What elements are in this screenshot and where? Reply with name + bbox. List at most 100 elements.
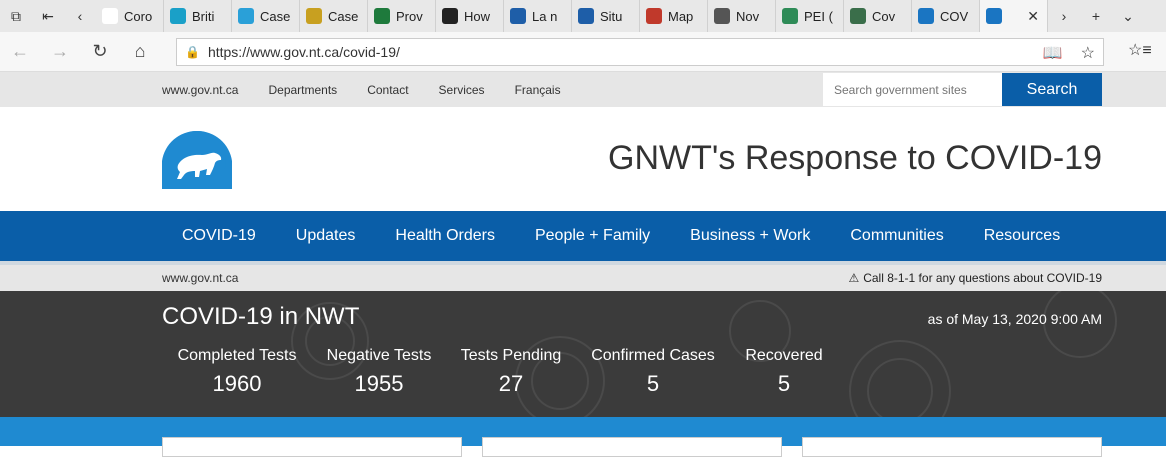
browser-tab-strip: ⧉ ⇤ ‹ Coro Briti Case Case Prov How La n Situ Ma… [0,0,1166,32]
tab-label: Prov [396,8,423,24]
tab-favicon-icon [850,8,866,24]
nav-item-updates[interactable]: Updates [296,227,356,245]
utility-link-francais[interactable]: Français [515,83,561,97]
browser-tab[interactable]: COV [912,0,980,32]
reading-view-icon[interactable]: 📖 [1043,43,1063,63]
address-bar[interactable]: 🔒 https://www.gov.nt.ca/covid-19/ 📖 ☆ [176,38,1104,66]
browser-toolbar: ← → ↻ ⌂ 🔒 https://www.gov.nt.ca/covid-19… [0,32,1166,72]
tab-label: Briti [192,8,215,24]
main-navigation: COVID-19 Updates Health Orders People + … [0,211,1166,261]
nav-item-health-orders[interactable]: Health Orders [395,227,495,245]
browser-tab[interactable]: Prov [368,0,436,32]
info-card[interactable] [162,437,462,457]
browser-tab[interactable]: Coro [96,0,164,32]
nav-item-resources[interactable]: Resources [984,227,1060,245]
forward-icon[interactable]: → [40,32,80,72]
info-card[interactable] [482,437,782,457]
tab-label: How [464,8,491,24]
stat-completed-tests: Completed Tests 1960 [177,347,297,397]
warning-icon: ⚠ [848,271,860,285]
tab-list-chevron-icon[interactable]: ⌄ [1112,0,1144,32]
tab-label: Cov [872,8,896,24]
tab-label: Map [668,8,694,24]
browser-tab[interactable]: PEI ( [776,0,844,32]
browser-tab[interactable]: Case [300,0,368,32]
tab-favicon-icon [102,8,118,24]
browser-tab[interactable]: Briti [164,0,232,32]
stat-label: Tests Pending [460,347,562,364]
search-input[interactable] [823,73,1003,106]
utility-link-home[interactable]: www.gov.nt.ca [162,83,238,97]
tab-favicon-icon [714,8,730,24]
tab-favicon-icon [578,8,594,24]
tab-favicon-icon [442,8,458,24]
stat-value: 1960 [212,371,262,396]
stat-tests-pending: Tests Pending 27 [460,347,562,397]
stats-title: COVID-19 in NWT [162,303,360,330]
tab-favicon-icon [374,8,390,24]
lock-icon: 🔒 [185,45,200,59]
tab-favicon-icon [986,8,1002,24]
stat-value: 27 [498,371,524,396]
content-band [0,417,1166,457]
browser-tab[interactable]: How [436,0,504,32]
search-button[interactable]: Search [1002,73,1102,106]
stat-value: 1955 [354,371,404,396]
nav-item-communities[interactable]: Communities [850,227,943,245]
tab-label: Case [328,8,359,24]
utility-bar: www.gov.nt.ca Departments Contact Servic… [0,72,1166,107]
info-card[interactable] [802,437,1102,457]
url-text: https://www.gov.nt.ca/covid-19/ [207,44,400,60]
browser-tab[interactable]: Map [640,0,708,32]
stat-label: Negative Tests [326,347,432,364]
tab-favicon-icon [510,8,526,24]
tab-favicon-icon [646,8,662,24]
utility-link-services[interactable]: Services [439,83,485,97]
scroll-tabs-left-icon[interactable]: ‹ [64,0,96,32]
tab-favicon-icon [238,8,254,24]
active-browser-tab[interactable]: ✕ [980,0,1048,32]
set-tabs-aside-icon[interactable]: ⇤ [32,0,64,32]
scroll-tabs-right-icon[interactable]: › [1048,0,1080,32]
home-icon[interactable]: ⌂ [120,32,160,72]
stat-label: Confirmed Cases [591,347,715,364]
stat-recovered: Recovered 5 [745,347,823,397]
browser-tab[interactable]: Nov [708,0,776,32]
stat-label: Recovered [745,347,823,364]
back-icon[interactable]: ← [0,32,40,72]
covid-stats-panel: COVID-19 in NWT as of May 13, 2020 9:00 … [0,291,1166,417]
browser-tab[interactable]: Cov [844,0,912,32]
refresh-icon[interactable]: ↻ [80,32,120,72]
alert-notice: ⚠ Call 8-1-1 for any questions about COV… [848,271,1102,285]
tab-label: Coro [124,8,153,24]
tab-favicon-icon [918,8,934,24]
close-tab-icon[interactable]: ✕ [1027,8,1039,25]
browser-tab[interactable]: Situ [572,0,640,32]
nav-item-covid-19[interactable]: COVID-19 [182,227,256,245]
new-tab-icon[interactable]: + [1080,0,1112,32]
favorites-hub-icon[interactable]: ☆≡ [1128,40,1152,60]
tab-actions-icon[interactable]: ⧉ [0,0,32,32]
stat-value: 5 [777,371,791,396]
tab-favicon-icon [782,8,798,24]
browser-tab[interactable]: La n [504,0,572,32]
breadcrumb-bar: www.gov.nt.ca ⚠ Call 8-1-1 for any quest… [0,261,1166,291]
utility-link-departments[interactable]: Departments [268,83,337,97]
tab-label: Nov [736,8,760,24]
stat-label: Completed Tests [177,347,297,364]
breadcrumb[interactable]: www.gov.nt.ca [162,271,238,285]
stat-confirmed-cases: Confirmed Cases 5 [591,347,715,397]
alert-text: Call 8-1-1 for any questions about COVID… [863,271,1102,285]
favorite-star-icon[interactable]: ☆ [1081,43,1095,63]
tab-label: Situ [600,8,623,24]
stats-timestamp: as of May 13, 2020 9:00 AM [927,311,1102,327]
nav-item-business-work[interactable]: Business + Work [690,227,810,245]
utility-link-contact[interactable]: Contact [367,83,408,97]
tab-label: COV [940,8,969,24]
browser-tab[interactable]: Case [232,0,300,32]
tab-favicon-icon [306,8,322,24]
nav-item-people-family[interactable]: People + Family [535,227,650,245]
polar-bear-logo-icon[interactable] [162,131,232,189]
stat-value: 5 [646,371,660,396]
tab-label: PEI ( [804,8,833,24]
